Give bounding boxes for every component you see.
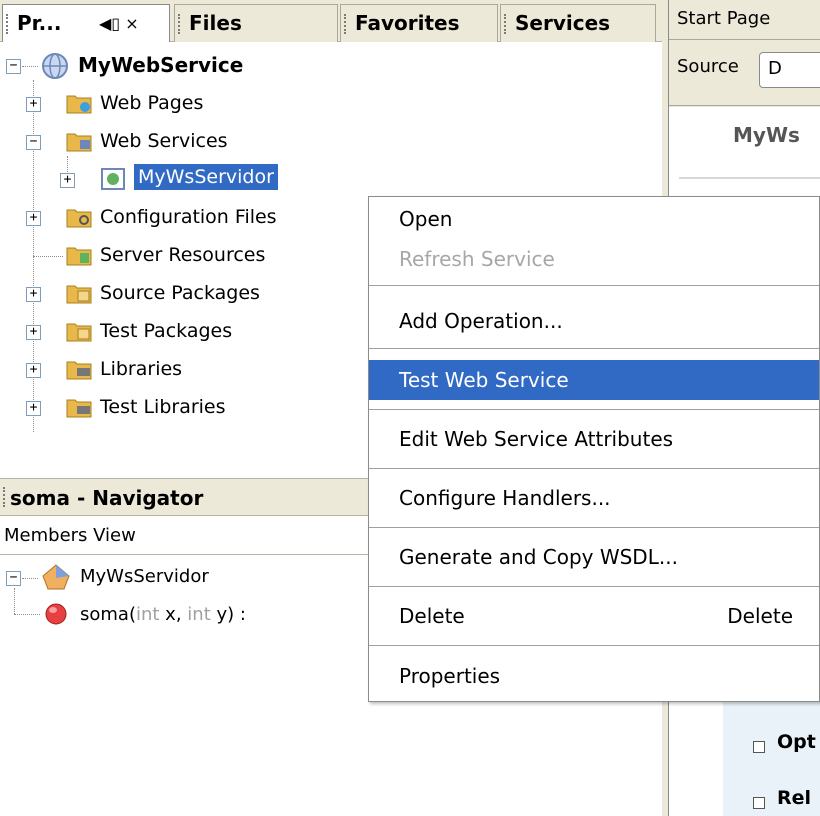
tree-item-libraries[interactable]: + Libraries — [0, 352, 400, 388]
tree-item-test-libraries[interactable]: + Test Libraries — [0, 390, 400, 426]
tree-item-configuration-files[interactable]: + Configuration Files — [0, 200, 400, 236]
delete-accelerator: Delete — [727, 604, 793, 628]
tree-item-source-packages[interactable]: + Source Packages — [0, 276, 400, 312]
method-icon — [45, 603, 67, 625]
tab-grip-icon — [504, 14, 507, 34]
selected-node-label[interactable]: MyWsServidor — [134, 164, 278, 190]
folder-web-icon — [66, 95, 92, 114]
menu-item-add-operation[interactable]: Add Operation... — [369, 301, 819, 341]
tree-item-web-services[interactable]: − Web Services — [0, 124, 400, 160]
tree-item-server-resources[interactable]: Server Resources — [0, 238, 400, 274]
design-button[interactable]: D — [759, 52, 820, 88]
collapse-icon[interactable]: − — [6, 59, 21, 74]
tab-projects[interactable]: Pr... ◀▯ × — [2, 4, 170, 42]
folder-library-icon — [66, 361, 92, 380]
collapse-icon[interactable]: − — [26, 135, 41, 150]
navigator-class-name[interactable]: MyWsServidor — [80, 566, 209, 587]
expand-icon[interactable]: + — [26, 401, 41, 416]
folder-config-icon — [66, 209, 92, 228]
menu-item-delete[interactable]: Delete Delete — [369, 596, 819, 636]
expand-icon[interactable]: + — [26, 287, 41, 302]
expand-icon[interactable]: + — [26, 211, 41, 226]
expand-icon[interactable]: + — [26, 97, 41, 112]
menu-item-generate-wsdl[interactable]: Generate and Copy WSDL... — [369, 537, 819, 577]
folder-server-icon — [66, 247, 92, 266]
tree-item-mywsservidor[interactable]: + MyWsServidor — [0, 162, 400, 198]
menu-separator — [369, 527, 819, 528]
editor-toolbar: Source D — [669, 42, 820, 106]
menu-separator — [369, 285, 819, 286]
service-title: MyWs — [733, 123, 800, 147]
source-button[interactable]: Source — [677, 56, 739, 77]
expand-icon[interactable]: + — [26, 363, 41, 378]
folder-library-icon — [66, 399, 92, 418]
tree-item-test-packages[interactable]: + Test Packages — [0, 314, 400, 350]
menu-item-properties[interactable]: Properties — [369, 656, 819, 696]
menu-item-open[interactable]: Open — [369, 199, 819, 239]
web-service-icon — [101, 168, 125, 190]
tab-grip-icon — [344, 14, 347, 34]
menu-separator — [369, 645, 819, 646]
menu-separator — [369, 409, 819, 410]
menu-separator — [369, 468, 819, 469]
tab-files[interactable]: Files — [174, 4, 338, 42]
tab-grip-icon — [3, 487, 5, 507]
tab-grip-icon — [6, 14, 9, 34]
menu-item-configure-handlers[interactable]: Configure Handlers... — [369, 478, 819, 518]
class-icon — [42, 564, 70, 590]
tab-start-page[interactable]: Start Page — [669, 0, 820, 40]
menu-item-edit-attributes[interactable]: Edit Web Service Attributes — [369, 419, 819, 459]
folder-webservices-icon — [66, 133, 92, 152]
tab-favorites[interactable]: Favorites — [340, 4, 498, 42]
navigator-title[interactable]: soma - Navigator — [10, 486, 203, 510]
option-checkbox[interactable] — [753, 797, 765, 809]
menu-separator — [369, 586, 819, 587]
collapse-icon[interactable]: − — [6, 571, 21, 586]
projects-tab-strip: Pr... ◀▯ × Files Favorites Services — [0, 0, 662, 42]
folder-package-icon — [66, 285, 92, 304]
tree-item-web-pages[interactable]: + Web Pages — [0, 86, 400, 122]
tab-controls[interactable]: ◀▯ × — [99, 6, 139, 42]
menu-item-refresh-service: Refresh Service — [399, 247, 555, 271]
tab-grip-icon — [178, 14, 181, 34]
option-checkbox[interactable] — [753, 741, 765, 753]
context-menu: Open Refresh Service Add Operation... Te… — [368, 196, 820, 702]
folder-package-icon — [66, 323, 92, 342]
options-panel: Opt Rel — [723, 700, 820, 816]
expand-icon[interactable]: + — [60, 173, 75, 188]
navigator-method[interactable]: soma(int x, int y) : — [80, 604, 246, 625]
expand-icon[interactable]: + — [26, 325, 41, 340]
tab-services[interactable]: Services — [500, 4, 656, 42]
menu-separator — [369, 348, 819, 349]
menu-item-test-web-service[interactable]: Test Web Service — [369, 360, 819, 400]
web-project-icon — [42, 53, 68, 79]
project-name: MyWebService — [78, 53, 244, 77]
